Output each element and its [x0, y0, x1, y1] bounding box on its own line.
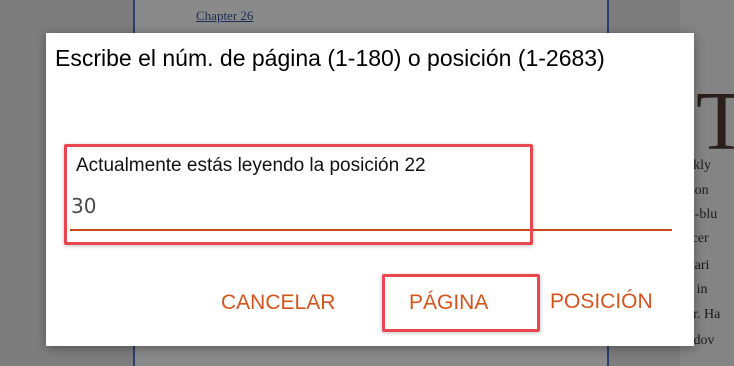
dialog-title: Escribe el núm. de página (1-180) o posi… — [55, 45, 605, 71]
cancel-button[interactable]: CANCELAR — [221, 291, 335, 315]
page-button-highlight-box — [382, 274, 540, 332]
goto-dialog: Escribe el núm. de página (1-180) o posi… — [46, 33, 694, 346]
chapter-link: Chapter 26 — [196, 8, 254, 23]
input-highlight-box — [64, 144, 533, 245]
dropcap-letter: T — [696, 75, 734, 168]
position-button[interactable]: POSICIÓN — [550, 290, 653, 314]
